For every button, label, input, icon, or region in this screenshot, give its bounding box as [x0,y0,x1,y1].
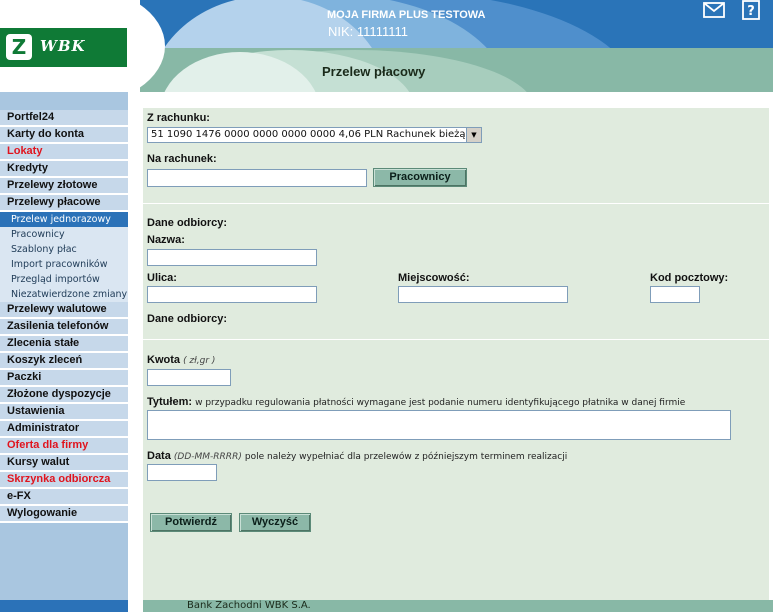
footer: Bank Zachodni WBK S.A. [143,600,773,612]
street-label: Ulica: [147,272,177,284]
sidebar-item-przelewy-zlotowe[interactable]: Przelewy złotowe [0,178,128,195]
company-name: MOJA FIRMA PLUS TESTOWA [327,9,486,21]
city-label: Miejscowość: [398,272,470,284]
title-label: Tytułem: w przypadku regulowania płatnoś… [147,396,685,408]
sidebar: Portfel24 Karty do konta Lokaty Kredyty Prze… [0,92,128,612]
amount-label-text: Kwota [147,354,180,366]
from-account-label: Z rachunku: [147,112,210,124]
recipient-label: Dane odbiorcy: [147,217,228,229]
sidebar-subitem-pracownicy[interactable]: Pracownicy [0,227,128,242]
sidebar-item-koszyk-zlecen[interactable]: Koszyk zleceń [0,353,128,370]
amount-input[interactable] [147,369,231,386]
logo[interactable]: Z WBK [0,28,127,67]
amount-label: Kwota ( zł,gr ) [147,354,215,366]
sidebar-item-zlozone-dyspozycje[interactable]: Złożone dyspozycje [0,387,128,404]
city-input[interactable] [398,286,568,303]
sidebar-subitem-szablony-plac[interactable]: Szablony płac [0,242,128,257]
title-textarea[interactable] [147,410,731,440]
sidebar-item-ustawienia[interactable]: Ustawienia [0,404,128,421]
sidebar-item-skrzynka-odbiorcza[interactable]: Skrzynka odbiorcza [0,472,128,489]
date-format-hint: (DD-MM-RRRR) [174,452,242,462]
to-account-input[interactable] [147,169,367,187]
name-label: Nazwa: [147,234,185,246]
sidebar-item-administrator[interactable]: Administrator [0,421,128,438]
svg-text:?: ? [747,4,755,19]
logo-mark: Z [6,34,32,60]
sidebar-item-przelewy-walutowe[interactable]: Przelewy walutowe [0,302,128,319]
sidebar-item-karty-do-konta[interactable]: Karty do konta [0,127,128,144]
sidebar-item-zlecenia-stale[interactable]: Zlecenia stałe [0,336,128,353]
sidebar-subitem-import-pracownikow[interactable]: Import pracowników [0,257,128,272]
divider [143,339,769,340]
chevron-down-icon[interactable]: ▼ [466,128,481,142]
postal-code-label: Kod pocztowy: [650,272,729,284]
sidebar-item-oferta-dla-firmy[interactable]: Oferta dla firmy [0,438,128,455]
from-account-select[interactable]: 51 1090 1476 0000 0000 0000 0000 4,06 PL… [147,127,482,143]
confirm-button[interactable]: Potwierdź [150,513,232,532]
title-label-text: Tytułem: [147,396,193,408]
recipient-label-2: Dane odbiorcy: [147,313,228,325]
date-input[interactable] [147,464,217,481]
date-format-text: (DD-MM-RRRR) [173,452,242,462]
company-nik: NIK: 11111111 [328,24,408,39]
sidebar-menu-bottom: Przelewy walutowe Zasilenia telefonów Zlec… [0,302,128,523]
mail-icon[interactable] [703,0,725,20]
sidebar-item-przelewy-placowe[interactable]: Przelewy płacowe [0,195,128,212]
name-input[interactable] [147,249,317,266]
sidebar-item-kredyty[interactable]: Kredyty [0,161,128,178]
header: Z WBK MOJA FIRMA PLUS TESTOWA NIK: 11111… [0,0,773,92]
amount-hint: ( zł,gr ) [183,356,215,366]
sidebar-item-kursy-walut[interactable]: Kursy walut [0,455,128,472]
divider [143,203,769,204]
page-title: Przelew płacowy [322,64,426,79]
sidebar-submenu: Przelew jednorazowy Pracownicy Szablony pł… [0,212,128,302]
sidebar-item-zasilenia-telefonow[interactable]: Zasilenia telefonów [0,319,128,336]
street-input[interactable] [147,286,317,303]
amount-hint-text: ( zł,gr ) [183,356,216,366]
sidebar-subitem-niezatwierdzone-zmiany[interactable]: Niezatwierdzone zmiany [0,287,128,302]
logo-text: WBK [40,37,86,55]
sidebar-item-paczki[interactable]: Paczki [0,370,128,387]
date-label-text: Data [147,450,171,462]
sidebar-bottom-bar [0,600,128,612]
to-account-label: Na rachunek: [147,153,217,165]
sidebar-subitem-przelew-jednorazowy[interactable]: Przelew jednorazowy [0,212,128,227]
employees-button[interactable]: Pracownicy [373,168,467,187]
postal-code-input[interactable] [650,286,700,303]
clear-button[interactable]: Wyczyść [239,513,311,532]
date-label: Data (DD-MM-RRRR) pole należy wypełniać … [147,450,567,462]
transfer-form: Z rachunku: 51 1090 1476 0000 0000 0000 … [143,108,769,600]
title-hint: w przypadku regulowania płatności wymaga… [195,398,686,408]
sidebar-menu-top: Portfel24 Karty do konta Lokaty Kredyty Prze… [0,110,128,212]
sidebar-item-lokaty[interactable]: Lokaty [0,144,128,161]
sidebar-subitem-przeglad-importow[interactable]: Przegląd importów [0,272,128,287]
date-hint: pole należy wypełniać dla przelewów z pó… [244,452,568,462]
sidebar-item-wylogowanie[interactable]: Wylogowanie [0,506,128,523]
sidebar-item-portfel24[interactable]: Portfel24 [0,110,128,127]
footer-text: Bank Zachodni WBK S.A. [187,600,311,611]
from-account-value: 51 1090 1476 0000 0000 0000 0000 4,06 PL… [151,129,477,140]
sidebar-menu: Portfel24 Karty do konta Lokaty Kredyty Prze… [0,110,128,523]
help-icon[interactable]: ? [741,0,763,20]
sidebar-item-e-fx[interactable]: e-FX [0,489,128,506]
